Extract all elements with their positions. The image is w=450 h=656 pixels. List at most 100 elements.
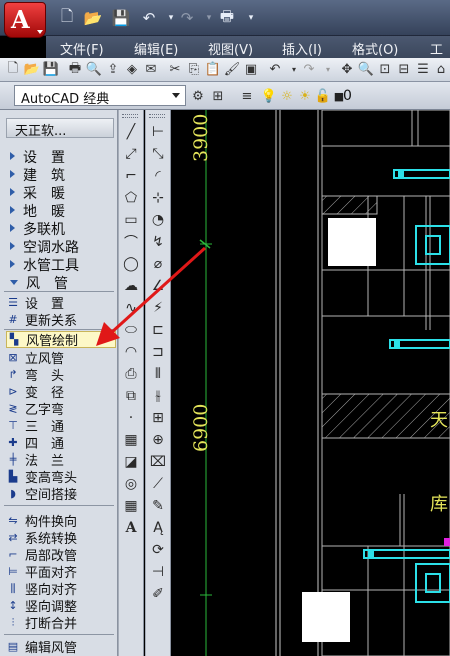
baseline-icon[interactable]: ⊏ [148, 320, 168, 340]
cut-icon[interactable]: ✂ [166, 60, 184, 79]
aligned-dimension-icon[interactable]: ⤡ [148, 144, 168, 164]
cmd-elbow[interactable]: ↱ 弯 头 [6, 366, 116, 384]
jogged-linear-icon[interactable]: ⟋ [148, 474, 168, 494]
continue-icon[interactable]: ⊐ [148, 342, 168, 362]
category-building[interactable]: 建 筑 [10, 165, 114, 184]
linear-dimension-icon[interactable]: ⊢ [148, 122, 168, 142]
category-pipe-tools[interactable]: 水管工具 [10, 255, 114, 274]
polyline-icon[interactable]: ⌐ [121, 166, 141, 186]
save-icon[interactable]: 💾 [110, 7, 132, 29]
undo-icon[interactable]: ↶ [138, 7, 160, 29]
menu-file[interactable]: 文件(F) [60, 39, 104, 58]
circle-icon[interactable]: ◯ [121, 254, 141, 274]
jogged-icon[interactable]: ↯ [148, 232, 168, 252]
arc-length-icon[interactable]: ◜ [148, 166, 168, 186]
zoom-previous-icon[interactable]: ⊟ [395, 60, 413, 79]
line-icon[interactable]: ╱ [121, 122, 141, 142]
point-icon[interactable]: · [121, 408, 141, 428]
plot-preview-icon[interactable]: 🔍 [85, 60, 103, 79]
menu-view[interactable]: 视图(V) [208, 39, 253, 58]
center-mark-icon[interactable]: ⊕ [148, 430, 168, 450]
dimension-text-edit-icon[interactable]: Ą [148, 518, 168, 538]
cmd-cross[interactable]: ✚ 四 通 [6, 434, 116, 452]
toolbar-lock-icon[interactable]: ⊞ [209, 87, 227, 105]
cmd-height-elbow[interactable]: ▙ 变高弯头 [6, 468, 116, 486]
print-icon[interactable]: 🖶 [216, 7, 238, 29]
redo-dropdown-icon[interactable]: ▾ [319, 60, 337, 79]
cmd-duct-draw[interactable]: ▚ 风管绘制 [6, 331, 116, 349]
table-icon[interactable]: ▦ [121, 496, 141, 516]
construction-line-icon[interactable]: ⤢ [121, 144, 141, 164]
category-vrf[interactable]: 多联机 [10, 219, 114, 238]
menu-tools[interactable]: 工 [430, 39, 443, 58]
3d-dwf-icon[interactable]: ◈ [123, 60, 141, 79]
match-properties-icon[interactable]: 🖌 [223, 60, 241, 79]
current-layer-value[interactable]: 0 [343, 88, 352, 104]
publish-icon[interactable]: ⇪ [104, 60, 122, 79]
zoom-realtime-icon[interactable]: 🔍 [357, 60, 375, 79]
dimension-edit-icon[interactable]: ✎ [148, 496, 168, 516]
etransmit-icon[interactable]: ✉ [142, 60, 160, 79]
drawing-canvas[interactable]: 3900 6900 天 库 [172, 110, 450, 656]
customize-toolbar-icon[interactable]: ▾ [240, 7, 262, 29]
revision-cloud-icon[interactable]: ☁ [121, 276, 141, 296]
open-folder-icon[interactable]: 📂 [82, 7, 104, 29]
pan-icon[interactable]: ✥ [338, 60, 356, 79]
cmd-space-joint[interactable]: ◗ 空间搭接 [6, 485, 116, 503]
polygon-icon[interactable]: ⬠ [121, 188, 141, 208]
redo-icon[interactable]: ↷ [300, 60, 318, 79]
spline-icon[interactable]: ∿ [121, 298, 141, 318]
cmd-update-relation[interactable]: # 更新关系 [6, 311, 116, 329]
ellipse-icon[interactable]: ⬭ [121, 320, 141, 340]
ordinate-icon[interactable]: ⊹ [148, 188, 168, 208]
hatch-icon[interactable]: ▦ [121, 430, 141, 450]
zoom-window-icon[interactable]: ⊡ [376, 60, 394, 79]
cmd-plane-align[interactable]: ⊨ 平面对齐 [6, 563, 116, 581]
new-file-icon[interactable]: 🗋 [56, 7, 78, 29]
menu-edit[interactable]: 编辑(E) [134, 39, 178, 58]
quick-dimension-icon[interactable]: ⚡ [148, 298, 168, 318]
dimension-space-icon[interactable]: ⫴ [148, 364, 168, 384]
cmd-flange[interactable]: ╪ 法 兰 [6, 451, 116, 469]
tolerance-icon[interactable]: ⊞ [148, 408, 168, 428]
cmd-vertical-align[interactable]: ⫼ 竖向对齐 [6, 580, 116, 599]
cmd-offset-bend[interactable]: ≷ 乙字弯 [6, 400, 116, 418]
multiline-text-icon[interactable]: A [121, 518, 141, 538]
dimension-update-icon[interactable]: ⟳ [148, 540, 168, 560]
menu-insert[interactable]: 插入(I) [282, 39, 322, 58]
paste-icon[interactable]: 📋 [204, 60, 222, 79]
menu-format[interactable]: 格式(O) [352, 39, 398, 58]
cmd-duct-settings[interactable]: ☰ 设 置 [6, 294, 116, 312]
open-icon[interactable]: 📂 [23, 60, 41, 79]
dimension-style-icon[interactable]: ⊣ [148, 562, 168, 582]
copy-icon[interactable]: ⎘ [185, 60, 203, 79]
workspace-settings-icon[interactable]: ⚙ [189, 87, 207, 105]
dimension-override-icon[interactable]: ✐ [148, 584, 168, 604]
undo-icon[interactable]: ↶ [266, 60, 284, 79]
workspace-select[interactable]: AutoCAD 经典 [14, 85, 186, 107]
radius-icon[interactable]: ◔ [148, 210, 168, 230]
category-heating[interactable]: 采 暖 [10, 183, 114, 202]
ellipse-arc-icon[interactable]: ◠ [121, 342, 141, 362]
rectangle-icon[interactable]: ▭ [121, 210, 141, 230]
inspection-icon[interactable]: ⌧ [148, 452, 168, 472]
cmd-reducer[interactable]: ⊳ 变 径 [6, 383, 116, 401]
properties-icon[interactable]: ☰ [414, 60, 432, 79]
category-ac-water[interactable]: 空调水路 [10, 237, 114, 256]
dimension-break-icon[interactable]: ⫳ [148, 386, 168, 406]
category-floor-heating[interactable]: 地 暖 [10, 201, 114, 220]
cmd-vertical-adjust[interactable]: ↕ 竖向调整 [6, 597, 116, 615]
layer-thaw-sun-icon[interactable]: ☼ [278, 87, 296, 105]
cmd-break-merge[interactable]: ⫶ 打断合并 [6, 614, 116, 633]
plot-icon[interactable]: 🖶 [66, 60, 84, 79]
cmd-component-reverse[interactable]: ⇋ 构件换向 [6, 512, 116, 530]
qnew-icon[interactable]: 🗋 [4, 60, 22, 79]
category-duct[interactable]: 风 管 [10, 273, 114, 292]
layer-manager-icon[interactable]: ≡ [238, 87, 256, 105]
category-settings[interactable]: 设 置 [10, 147, 114, 166]
layer-on-bulb-icon[interactable]: 💡 [260, 87, 278, 105]
angular-icon[interactable]: ∠ [148, 276, 168, 296]
make-block-icon[interactable]: ⧉ [121, 386, 141, 406]
cmd-system-convert[interactable]: ⇄ 系统转换 [6, 529, 116, 547]
arc-icon[interactable]: ⌒ [121, 232, 141, 252]
